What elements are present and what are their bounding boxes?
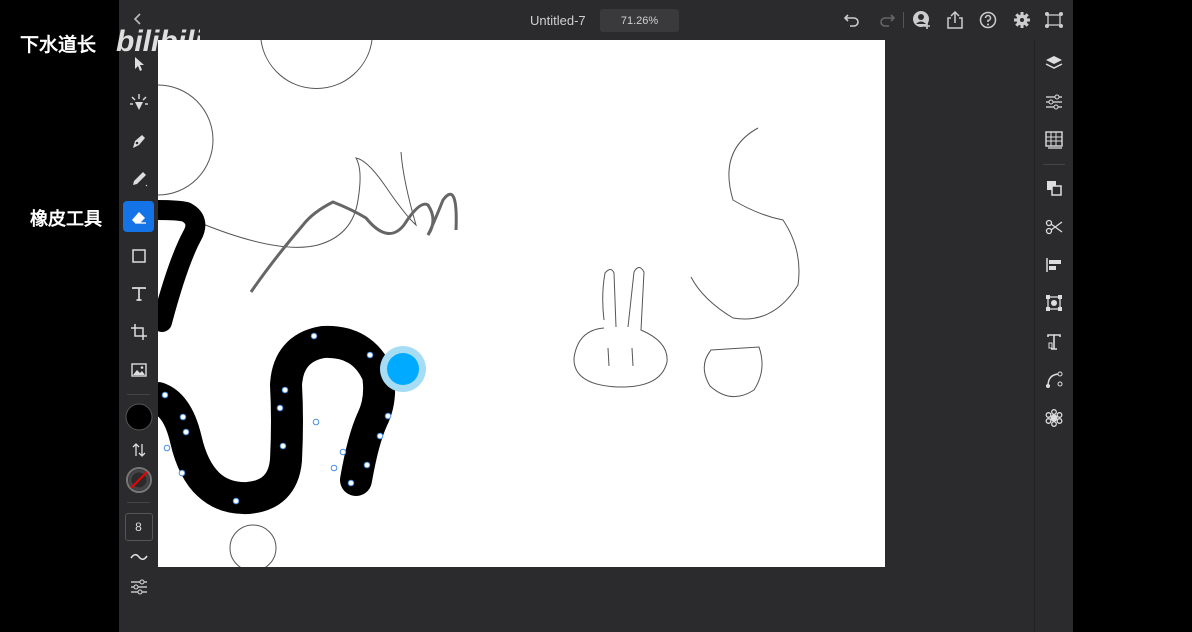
zoom-level-field[interactable]: 71.26% — [600, 9, 679, 32]
circle-shape-top — [260, 40, 373, 90]
circle-shape-bottom — [229, 524, 277, 567]
s-letter-stroke — [690, 127, 800, 320]
undo-icon[interactable] — [841, 9, 863, 31]
pencil-stroke-gray — [249, 192, 458, 293]
arrange-icon[interactable] — [1043, 177, 1065, 199]
assets-icon[interactable] — [1043, 129, 1065, 151]
image-icon — [130, 362, 147, 377]
wave-icon — [129, 553, 148, 560]
zoom-level-value: 71.26% — [620, 14, 659, 27]
bilibili-logo: bilibili — [116, 18, 203, 63]
share-icon[interactable] — [944, 9, 966, 31]
text-panel-icon[interactable] — [1043, 331, 1065, 353]
direct-select-icon — [129, 93, 148, 110]
settings-icon[interactable] — [1011, 9, 1033, 31]
panel-divider — [1043, 164, 1065, 165]
image-tool-button[interactable] — [123, 354, 154, 385]
fullscreen-icon[interactable] — [1043, 9, 1065, 31]
artwork — [158, 40, 800, 567]
brush-size-button[interactable]: 8 — [123, 511, 154, 542]
thick-black-stroke-top — [158, 200, 206, 332]
align-icon[interactable] — [1043, 254, 1065, 276]
pencil-tool-button[interactable] — [123, 163, 154, 194]
tool-caption: 橡皮工具 — [30, 209, 102, 229]
swap-arrows-icon — [132, 442, 145, 457]
thick-black-stroke-s — [158, 325, 396, 515]
symbol-icon[interactable] — [1043, 407, 1065, 429]
tool-options-button[interactable] — [123, 571, 154, 602]
bunny-doodle — [573, 267, 668, 388]
bunny-eyes — [607, 347, 634, 367]
document-title[interactable]: Untitled-7 — [530, 13, 586, 28]
text-icon — [131, 286, 146, 301]
sliders-icon — [130, 579, 147, 594]
artboard-canvas[interactable] — [158, 40, 885, 567]
cup-doodle — [703, 346, 763, 397]
topbar-divider — [903, 12, 904, 28]
stroke-color-swatch[interactable] — [123, 464, 154, 495]
curvature-icon[interactable] — [1043, 369, 1065, 391]
eraser-icon — [131, 211, 146, 224]
fill-color-icon — [125, 403, 152, 430]
pencil-icon — [132, 171, 147, 186]
uploader-watermark: 下水道长 — [20, 35, 97, 56]
eraser-cursor — [387, 353, 419, 385]
transform-icon[interactable] — [1043, 292, 1065, 314]
redo-icon[interactable] — [876, 9, 898, 31]
top-bar: Untitled-7 71.26% — [119, 0, 1073, 40]
app-window: Untitled-7 71.26% 8 — [119, 0, 1073, 632]
crop-tool-button[interactable] — [123, 316, 154, 347]
fill-color-swatch[interactable] — [123, 401, 154, 432]
pen-tool-button[interactable] — [123, 125, 154, 156]
svg-text:bilibili: bilibili — [116, 25, 200, 58]
eraser-tool-button[interactable] — [123, 201, 154, 232]
brush-size-value: 8 — [124, 512, 153, 541]
swap-colors-button[interactable] — [123, 434, 154, 465]
toolbar-divider — [127, 502, 150, 503]
rectangle-icon — [131, 248, 146, 263]
properties-icon[interactable] — [1043, 91, 1065, 113]
circle-shape-left — [158, 84, 214, 196]
smoothing-button[interactable] — [123, 541, 154, 572]
touch-shortcut-tool-button[interactable] — [123, 86, 154, 117]
shape-tool-button[interactable] — [123, 240, 154, 271]
invite-user-icon[interactable] — [911, 9, 933, 31]
help-icon[interactable] — [977, 9, 999, 31]
toolbar-divider — [127, 394, 150, 395]
pen-nib-icon — [132, 134, 145, 148]
text-tool-button[interactable] — [123, 278, 154, 309]
crop-icon — [130, 323, 147, 340]
stroke-none-icon — [125, 466, 152, 493]
right-panel — [1034, 40, 1073, 632]
left-toolbar: 8 — [119, 40, 158, 632]
layers-icon[interactable] — [1043, 52, 1065, 74]
path-icon[interactable] — [1043, 216, 1065, 238]
